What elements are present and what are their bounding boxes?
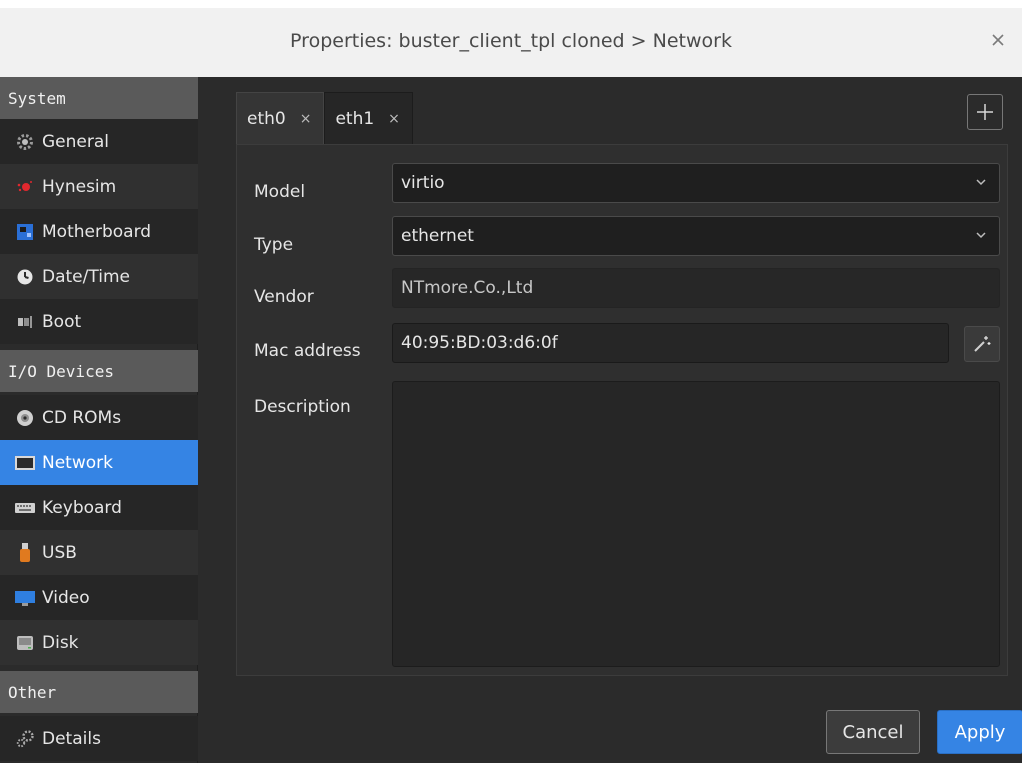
boot-icon	[14, 311, 36, 333]
model-label: Model	[254, 182, 306, 202]
tab-eth0[interactable]: eth0 ×	[236, 92, 325, 144]
close-tab-eth0-icon[interactable]: ×	[300, 111, 312, 127]
vendor-label: Vendor	[254, 287, 314, 307]
tab-bar: eth0 × eth1 ×	[236, 92, 413, 144]
sidebar-item-network[interactable]: Network	[0, 440, 198, 485]
main-content: eth0 × eth1 × Model virtio Type ethernet…	[198, 77, 1022, 763]
type-select[interactable]: ethernet	[392, 216, 1000, 256]
type-label: Type	[254, 235, 294, 255]
title-bar: Properties: buster_client_tpl cloned > N…	[0, 0, 1022, 77]
gear-icon	[14, 131, 36, 153]
disk-icon	[14, 632, 36, 654]
usb-icon	[14, 542, 36, 564]
sidebar-item-date-time[interactable]: Date/Time	[0, 254, 198, 299]
chevron-down-icon	[976, 179, 986, 186]
magic-wand-icon	[974, 336, 991, 352]
sidebar-section-other: Other	[0, 671, 198, 713]
keyboard-icon	[14, 497, 36, 519]
sidebar-item-boot[interactable]: Boot	[0, 299, 198, 344]
generate-mac-button[interactable]	[964, 326, 1000, 362]
sidebar-item-video[interactable]: Video	[0, 575, 198, 620]
video-icon	[14, 587, 36, 609]
sidebar-item-cd-roms[interactable]: CD ROMs	[0, 395, 198, 440]
sidebar-item-keyboard[interactable]: Keyboard	[0, 485, 198, 530]
model-select[interactable]: virtio	[392, 163, 1000, 203]
motherboard-icon	[14, 221, 36, 243]
description-label: Description	[254, 397, 351, 417]
mac-address-label: Mac address	[254, 341, 361, 361]
network-interface-panel: Model virtio Type ethernet Vendor NTmore…	[236, 144, 1008, 676]
vendor-field: NTmore.Co.,Ltd	[392, 268, 1000, 308]
sidebar-item-general[interactable]: General	[0, 119, 198, 164]
close-icon[interactable]	[990, 32, 1006, 48]
chevron-down-icon	[976, 232, 986, 239]
sidebar-item-usb[interactable]: USB	[0, 530, 198, 575]
sidebar-item-hynesim[interactable]: Hynesim	[0, 164, 198, 209]
mac-address-field[interactable]: 40:95:BD:03:d6:0f	[392, 323, 949, 363]
sidebar-section-io-devices: I/O Devices	[0, 350, 198, 392]
description-textarea[interactable]	[392, 381, 1000, 667]
window-title: Properties: buster_client_tpl cloned > N…	[290, 30, 732, 52]
hynesim-icon	[14, 176, 36, 198]
details-gear-icon	[14, 728, 36, 750]
sidebar-item-details[interactable]: Details	[0, 716, 198, 761]
cancel-button[interactable]: Cancel	[826, 710, 920, 754]
tab-eth1[interactable]: eth1 ×	[324, 92, 413, 144]
add-tab-button[interactable]	[967, 94, 1003, 130]
apply-button[interactable]: Apply	[937, 710, 1022, 754]
sidebar-item-disk[interactable]: Disk	[0, 620, 198, 665]
clock-icon	[14, 266, 36, 288]
plus-icon	[977, 104, 993, 120]
sidebar: System General Hynesim Motherboard Date/…	[0, 77, 198, 763]
close-tab-eth1-icon[interactable]: ×	[388, 111, 400, 127]
cdrom-icon	[14, 407, 36, 429]
network-icon	[14, 452, 36, 474]
sidebar-section-system: System	[0, 77, 198, 119]
sidebar-item-motherboard[interactable]: Motherboard	[0, 209, 198, 254]
